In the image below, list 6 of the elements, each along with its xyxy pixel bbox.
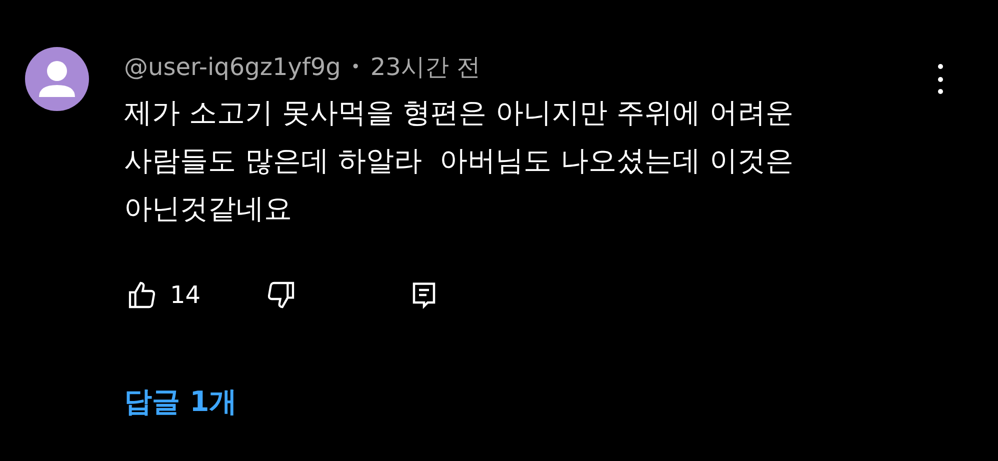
separator-dot: • — [350, 56, 360, 78]
replies-link[interactable]: 답글 1개 — [124, 381, 794, 423]
like-button[interactable]: 14 — [124, 277, 201, 313]
author-name[interactable]: @user-iq6gz1yf9g — [124, 47, 341, 87]
comment-text: 제가 소고기 못사먹을 형편은 아니지만 주위에 어려운 사람들도 많은데 하알라 아버님도 나오셨는데 이것은 아닌것같네요 — [124, 95, 794, 227]
comment-time: 23시간 전 — [370, 52, 481, 83]
